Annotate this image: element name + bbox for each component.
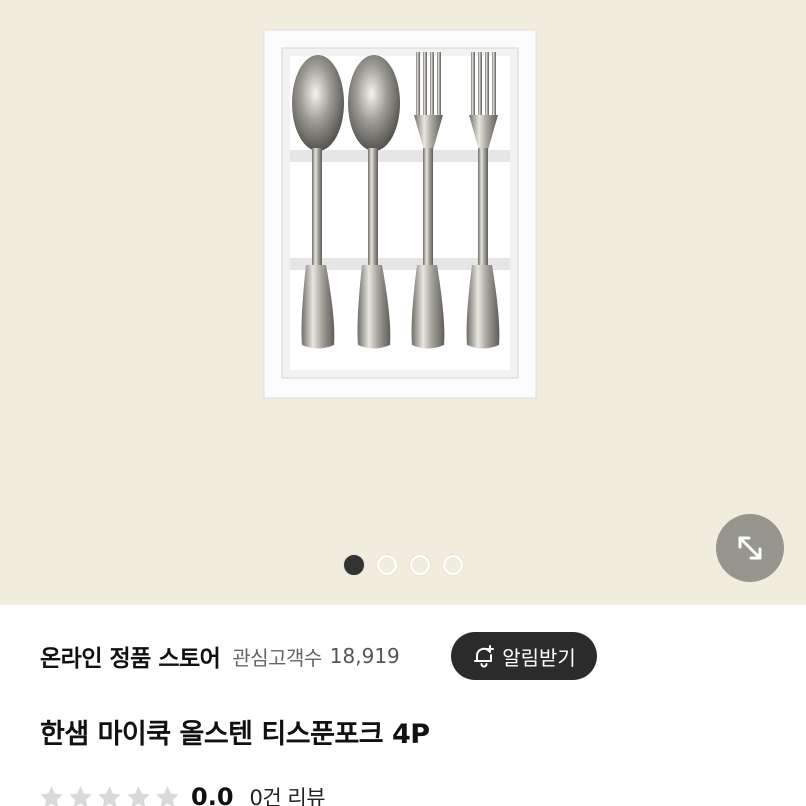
- gallery-dot-2[interactable]: [376, 555, 397, 575]
- rating-stars: [38, 784, 181, 806]
- followers-label: 관심고객수: [232, 645, 322, 670]
- gallery-dot-4[interactable]: [442, 555, 463, 575]
- rating-row[interactable]: 0.0 0건 리뷰: [38, 782, 326, 806]
- star-empty-icon: [40, 785, 63, 806]
- star-empty-icon: [98, 785, 121, 806]
- gallery-pagination: [0, 555, 806, 575]
- product-title: 한샘 마이쿡 올스텐 티스푼포크 4P: [40, 719, 430, 750]
- star-empty-icon: [69, 785, 92, 806]
- product-image-gallery[interactable]: [0, 0, 806, 605]
- store-info-row: 온라인 정품 스토어 관심고객수 18,919 알림받기: [40, 632, 766, 680]
- store-name-link[interactable]: 온라인 정품 스토어: [40, 639, 221, 673]
- product-photo: [263, 29, 537, 399]
- star-empty-icon: [127, 785, 150, 806]
- gallery-dot-3[interactable]: [409, 555, 430, 575]
- gallery-dot-1[interactable]: [343, 555, 364, 575]
- notify-button[interactable]: 알림받기: [451, 632, 597, 680]
- notify-button-label: 알림받기: [502, 645, 576, 670]
- rating-score: 0.0: [191, 783, 234, 806]
- bell-plus-icon: [474, 645, 495, 668]
- review-count-link[interactable]: 0건 리뷰: [250, 782, 326, 806]
- star-empty-icon: [156, 785, 179, 806]
- followers-count: 18,919: [329, 644, 400, 668]
